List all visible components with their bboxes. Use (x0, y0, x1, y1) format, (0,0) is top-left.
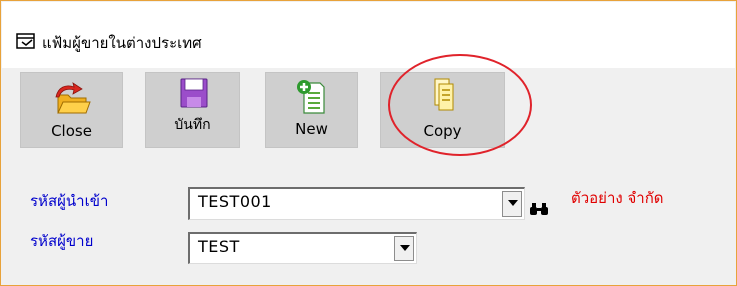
open-folder-arrow-icon (55, 82, 91, 114)
window-form-icon (16, 33, 35, 49)
close-button-label: Close (51, 122, 92, 140)
seller-code-value: TEST (198, 237, 240, 256)
seller-code-combobox[interactable]: TEST (188, 232, 417, 264)
importer-code-dropdown-button[interactable] (502, 191, 522, 217)
new-button[interactable]: New (265, 72, 358, 148)
floppy-disk-icon (180, 78, 207, 108)
company-name-text: ตัวอย่าง จำกัด (571, 189, 664, 207)
importer-code-label: รหัสผู้นำเข้า (30, 192, 109, 210)
new-document-plus-icon (296, 80, 325, 114)
title-bar: แฟ้มผู้ขายในต่างประเทศ (2, 2, 735, 68)
save-button[interactable]: บันทึก (145, 72, 240, 148)
importer-code-combobox[interactable]: TEST001 (188, 187, 525, 220)
save-button-label: บันทึก (174, 117, 211, 133)
seller-code-dropdown-button[interactable] (394, 236, 414, 261)
copy-highlight-annotation (388, 54, 532, 156)
seller-code-label: รหัสผู้ขาย (30, 232, 94, 250)
window-title: แฟ้มผู้ขายในต่างประเทศ (42, 34, 202, 52)
new-button-label: New (295, 120, 328, 138)
close-button[interactable]: Close (20, 72, 123, 148)
importer-code-value: TEST001 (198, 192, 272, 211)
binoculars-search-icon[interactable] (529, 202, 549, 216)
